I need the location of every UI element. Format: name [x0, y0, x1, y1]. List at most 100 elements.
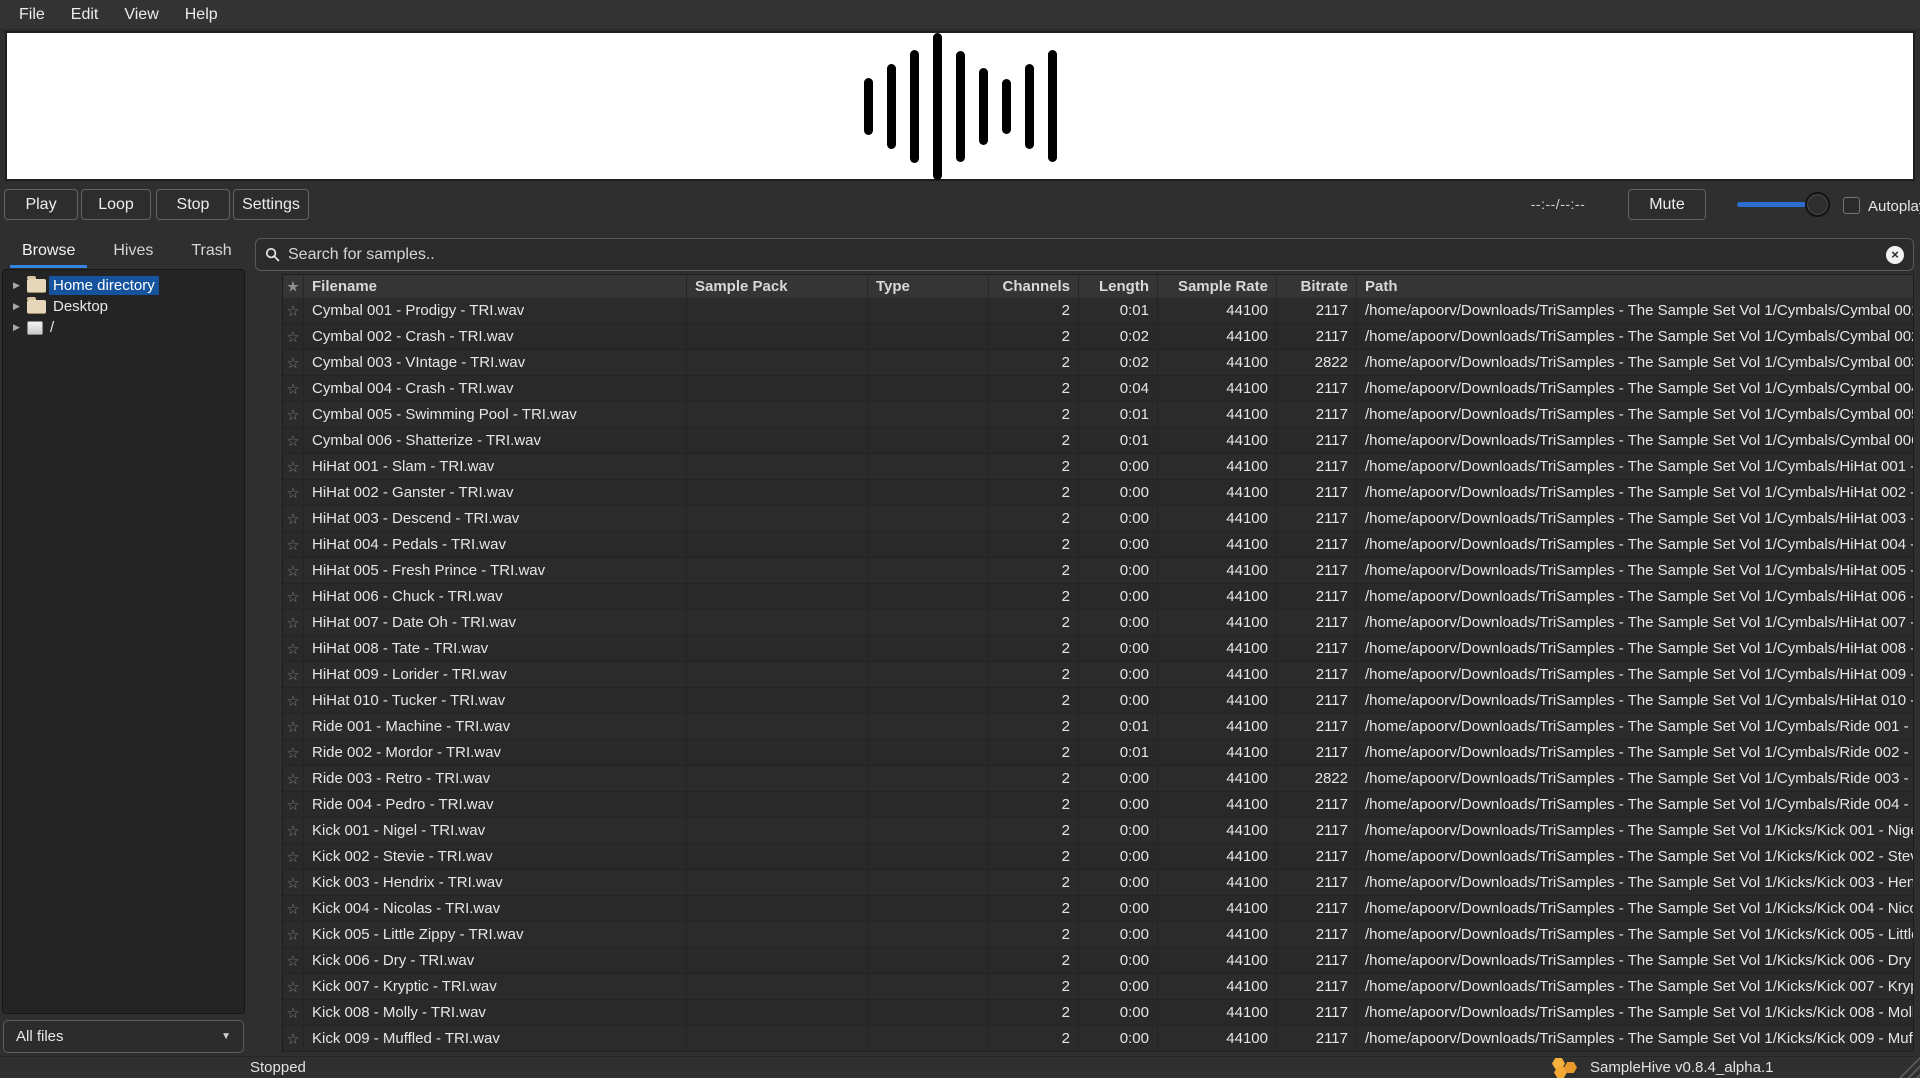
- star-outline-icon[interactable]: ☆: [286, 640, 299, 658]
- table-row[interactable]: ☆HiHat 005 - Fresh Prince - TRI.wav20:00…: [283, 558, 1913, 584]
- table-row[interactable]: ☆Cymbal 005 - Swimming Pool - TRI.wav20:…: [283, 402, 1913, 428]
- waveform-bar: [1048, 50, 1057, 162]
- resize-grip[interactable]: [1898, 1056, 1920, 1078]
- menu-view[interactable]: View: [111, 6, 171, 24]
- star-outline-icon[interactable]: ☆: [286, 926, 299, 944]
- tab-hives[interactable]: Hives: [99, 240, 167, 268]
- search-input[interactable]: [288, 246, 1886, 264]
- tab-browse[interactable]: Browse: [8, 240, 89, 268]
- table-row[interactable]: ☆Kick 007 - Kryptic - TRI.wav20:00441002…: [283, 974, 1913, 1000]
- table-row[interactable]: ☆HiHat 010 - Tucker - TRI.wav20:00441002…: [283, 688, 1913, 714]
- star-outline-icon[interactable]: ☆: [286, 458, 299, 476]
- expander-icon[interactable]: ▶: [13, 302, 27, 311]
- play-button[interactable]: Play: [4, 189, 78, 220]
- tree-item-[interactable]: ▶/: [3, 317, 244, 338]
- table-row[interactable]: ☆HiHat 007 - Date Oh - TRI.wav20:0044100…: [283, 610, 1913, 636]
- star-outline-icon[interactable]: ☆: [286, 874, 299, 892]
- table-row[interactable]: ☆Kick 008 - Molly - TRI.wav20:0044100211…: [283, 1000, 1913, 1026]
- search-bar[interactable]: ×: [255, 238, 1914, 271]
- tree-item-desktop[interactable]: ▶Desktop: [3, 296, 244, 317]
- cell-bitrate: 2117: [1277, 1000, 1357, 1025]
- menu-file[interactable]: File: [6, 6, 58, 24]
- star-outline-icon[interactable]: ☆: [286, 848, 299, 866]
- volume-slider-thumb[interactable]: [1805, 192, 1830, 217]
- star-outline-icon[interactable]: ☆: [286, 302, 299, 320]
- star-outline-icon[interactable]: ☆: [286, 744, 299, 762]
- menu-edit[interactable]: Edit: [58, 6, 112, 24]
- star-outline-icon[interactable]: ☆: [286, 588, 299, 606]
- star-outline-icon[interactable]: ☆: [286, 1004, 299, 1022]
- table-row[interactable]: ☆Cymbal 001 - Prodigy - TRI.wav20:014410…: [283, 298, 1913, 324]
- menu-help[interactable]: Help: [172, 6, 231, 24]
- stop-button[interactable]: Stop: [156, 189, 230, 220]
- table-row[interactable]: ☆HiHat 003 - Descend - TRI.wav20:0044100…: [283, 506, 1913, 532]
- star-outline-icon[interactable]: ☆: [286, 432, 299, 450]
- table-row[interactable]: ☆Kick 004 - Nicolas - TRI.wav20:00441002…: [283, 896, 1913, 922]
- tree-item-home-directory[interactable]: ▶Home directory: [3, 275, 244, 296]
- star-outline-icon[interactable]: ☆: [286, 692, 299, 710]
- star-outline-icon[interactable]: ☆: [286, 770, 299, 788]
- clear-search-icon[interactable]: ×: [1886, 246, 1904, 264]
- table-row[interactable]: ☆Ride 003 - Retro - TRI.wav20:0044100282…: [283, 766, 1913, 792]
- star-outline-icon[interactable]: ☆: [286, 978, 299, 996]
- cell-type: [868, 792, 989, 817]
- table-row[interactable]: ☆HiHat 004 - Pedals - TRI.wav20:00441002…: [283, 532, 1913, 558]
- column-header-type[interactable]: Type: [868, 275, 989, 298]
- settings-button[interactable]: Settings: [233, 189, 309, 220]
- star-outline-icon[interactable]: ☆: [286, 952, 299, 970]
- volume-slider[interactable]: [1737, 189, 1829, 220]
- column-header-path[interactable]: Path: [1357, 275, 1913, 298]
- star-outline-icon[interactable]: ☆: [286, 562, 299, 580]
- table-row[interactable]: ☆Kick 003 - Hendrix - TRI.wav20:00441002…: [283, 870, 1913, 896]
- expander-icon[interactable]: ▶: [13, 281, 27, 290]
- star-outline-icon[interactable]: ☆: [286, 484, 299, 502]
- table-row[interactable]: ☆Kick 006 - Dry - TRI.wav20:00441002117/…: [283, 948, 1913, 974]
- table-row[interactable]: ☆Kick 005 - Little Zippy - TRI.wav20:004…: [283, 922, 1913, 948]
- table-row[interactable]: ☆HiHat 002 - Ganster - TRI.wav20:0044100…: [283, 480, 1913, 506]
- autoplay-checkbox[interactable]: [1843, 197, 1860, 214]
- table-row[interactable]: ☆HiHat 006 - Chuck - TRI.wav20:004410021…: [283, 584, 1913, 610]
- favorites-column-header[interactable]: ★: [283, 275, 304, 298]
- table-row[interactable]: ☆Kick 002 - Stevie - TRI.wav20:004410021…: [283, 844, 1913, 870]
- table-row[interactable]: ☆Cymbal 006 - Shatterize - TRI.wav20:014…: [283, 428, 1913, 454]
- table-row[interactable]: ☆Ride 001 - Machine - TRI.wav20:01441002…: [283, 714, 1913, 740]
- table-row[interactable]: ☆Kick 001 - Nigel - TRI.wav20:0044100211…: [283, 818, 1913, 844]
- expander-icon[interactable]: ▶: [13, 323, 27, 332]
- mute-button[interactable]: Mute: [1628, 189, 1706, 220]
- table-row[interactable]: ☆Ride 004 - Pedro - TRI.wav20:0044100211…: [283, 792, 1913, 818]
- star-outline-icon[interactable]: ☆: [286, 536, 299, 554]
- table-row[interactable]: ☆Cymbal 003 - VIntage - TRI.wav20:024410…: [283, 350, 1913, 376]
- cell-bitrate: 2117: [1277, 662, 1357, 687]
- cell-sample_pack: [687, 324, 868, 349]
- star-outline-icon[interactable]: ☆: [286, 328, 299, 346]
- star-outline-icon[interactable]: ☆: [286, 510, 299, 528]
- star-outline-icon[interactable]: ☆: [286, 718, 299, 736]
- column-header-channels[interactable]: Channels: [989, 275, 1079, 298]
- column-header-length[interactable]: Length: [1079, 275, 1158, 298]
- tab-trash[interactable]: Trash: [177, 240, 245, 268]
- star-outline-icon[interactable]: ☆: [286, 796, 299, 814]
- star-outline-icon[interactable]: ☆: [286, 380, 299, 398]
- table-row[interactable]: ☆Ride 002 - Mordor - TRI.wav20:014410021…: [283, 740, 1913, 766]
- table-row[interactable]: ☆HiHat 001 - Slam - TRI.wav20:0044100211…: [283, 454, 1913, 480]
- column-header-bitrate[interactable]: Bitrate: [1277, 275, 1357, 298]
- star-outline-icon[interactable]: ☆: [286, 406, 299, 424]
- star-outline-icon[interactable]: ☆: [286, 900, 299, 918]
- autoplay-label: Autoplay: [1868, 198, 1920, 215]
- loop-button[interactable]: Loop: [81, 189, 151, 220]
- file-filter-dropdown[interactable]: All files ▼: [3, 1020, 244, 1053]
- table-row[interactable]: ☆HiHat 009 - Lorider - TRI.wav20:0044100…: [283, 662, 1913, 688]
- table-row[interactable]: ☆Kick 009 - Muffled - TRI.wav20:00441002…: [283, 1026, 1913, 1052]
- table-row[interactable]: ☆Cymbal 002 - Crash - TRI.wav20:02441002…: [283, 324, 1913, 350]
- column-header-filename[interactable]: Filename: [304, 275, 687, 298]
- star-outline-icon[interactable]: ☆: [286, 666, 299, 684]
- star-outline-icon[interactable]: ☆: [286, 614, 299, 632]
- column-header-sample_pack[interactable]: Sample Pack: [687, 275, 868, 298]
- star-outline-icon[interactable]: ☆: [286, 822, 299, 840]
- column-header-sample_rate[interactable]: Sample Rate: [1158, 275, 1277, 298]
- cell-length: 0:02: [1079, 324, 1158, 349]
- star-outline-icon[interactable]: ☆: [286, 1030, 299, 1048]
- table-row[interactable]: ☆Cymbal 004 - Crash - TRI.wav20:04441002…: [283, 376, 1913, 402]
- table-row[interactable]: ☆HiHat 008 - Tate - TRI.wav20:0044100211…: [283, 636, 1913, 662]
- star-outline-icon[interactable]: ☆: [286, 354, 299, 372]
